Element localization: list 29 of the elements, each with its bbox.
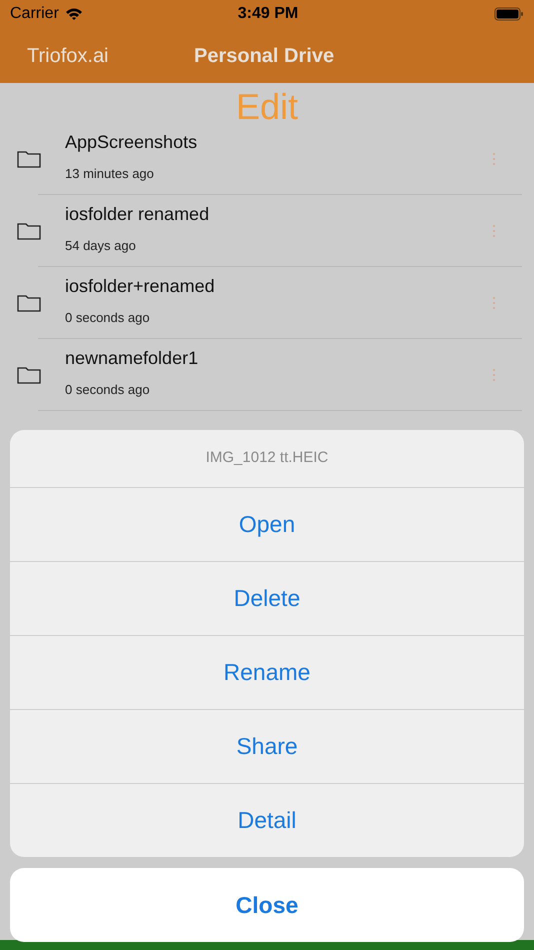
folder-name[interactable]: AppScreenshots <box>65 128 198 156</box>
folder-name[interactable]: newnamefolder1 <box>65 344 198 372</box>
wifi-icon <box>64 7 83 21</box>
more-icon[interactable] <box>492 368 496 382</box>
modified-time: 13 minutes ago <box>65 164 155 183</box>
action-button[interactable]: Detail <box>10 783 524 857</box>
folder-icon <box>17 366 41 384</box>
action-button[interactable]: Rename <box>10 635 524 709</box>
carrier-label: Carrier <box>10 4 59 24</box>
more-icon[interactable] <box>492 296 496 310</box>
action-button[interactable]: Open <box>10 487 524 561</box>
modified-time: 54 days ago <box>65 236 137 255</box>
folder-name[interactable]: iosfolder renamed <box>65 200 210 228</box>
close-button[interactable]: Close <box>10 868 524 942</box>
nav-title: Personal Drive <box>194 44 334 68</box>
folder-icon <box>17 222 41 240</box>
more-icon[interactable] <box>492 224 496 238</box>
clock: 3:49 PM <box>236 4 300 24</box>
battery-icon <box>494 7 524 21</box>
folder-name[interactable]: iosfolder+renamed <box>65 272 215 300</box>
action-button[interactable]: Share <box>10 709 524 783</box>
folder-icon <box>17 294 41 312</box>
action-button[interactable]: Delete <box>10 561 524 635</box>
folder-icon <box>17 150 41 168</box>
sheet-title: IMG_1012 tt.HEIC <box>206 448 328 468</box>
modified-time: 0 seconds ago <box>65 308 151 327</box>
back-link[interactable]: Triofox.ai <box>27 40 109 70</box>
modified-time: 0 seconds ago <box>65 380 151 399</box>
more-icon[interactable] <box>492 152 496 166</box>
